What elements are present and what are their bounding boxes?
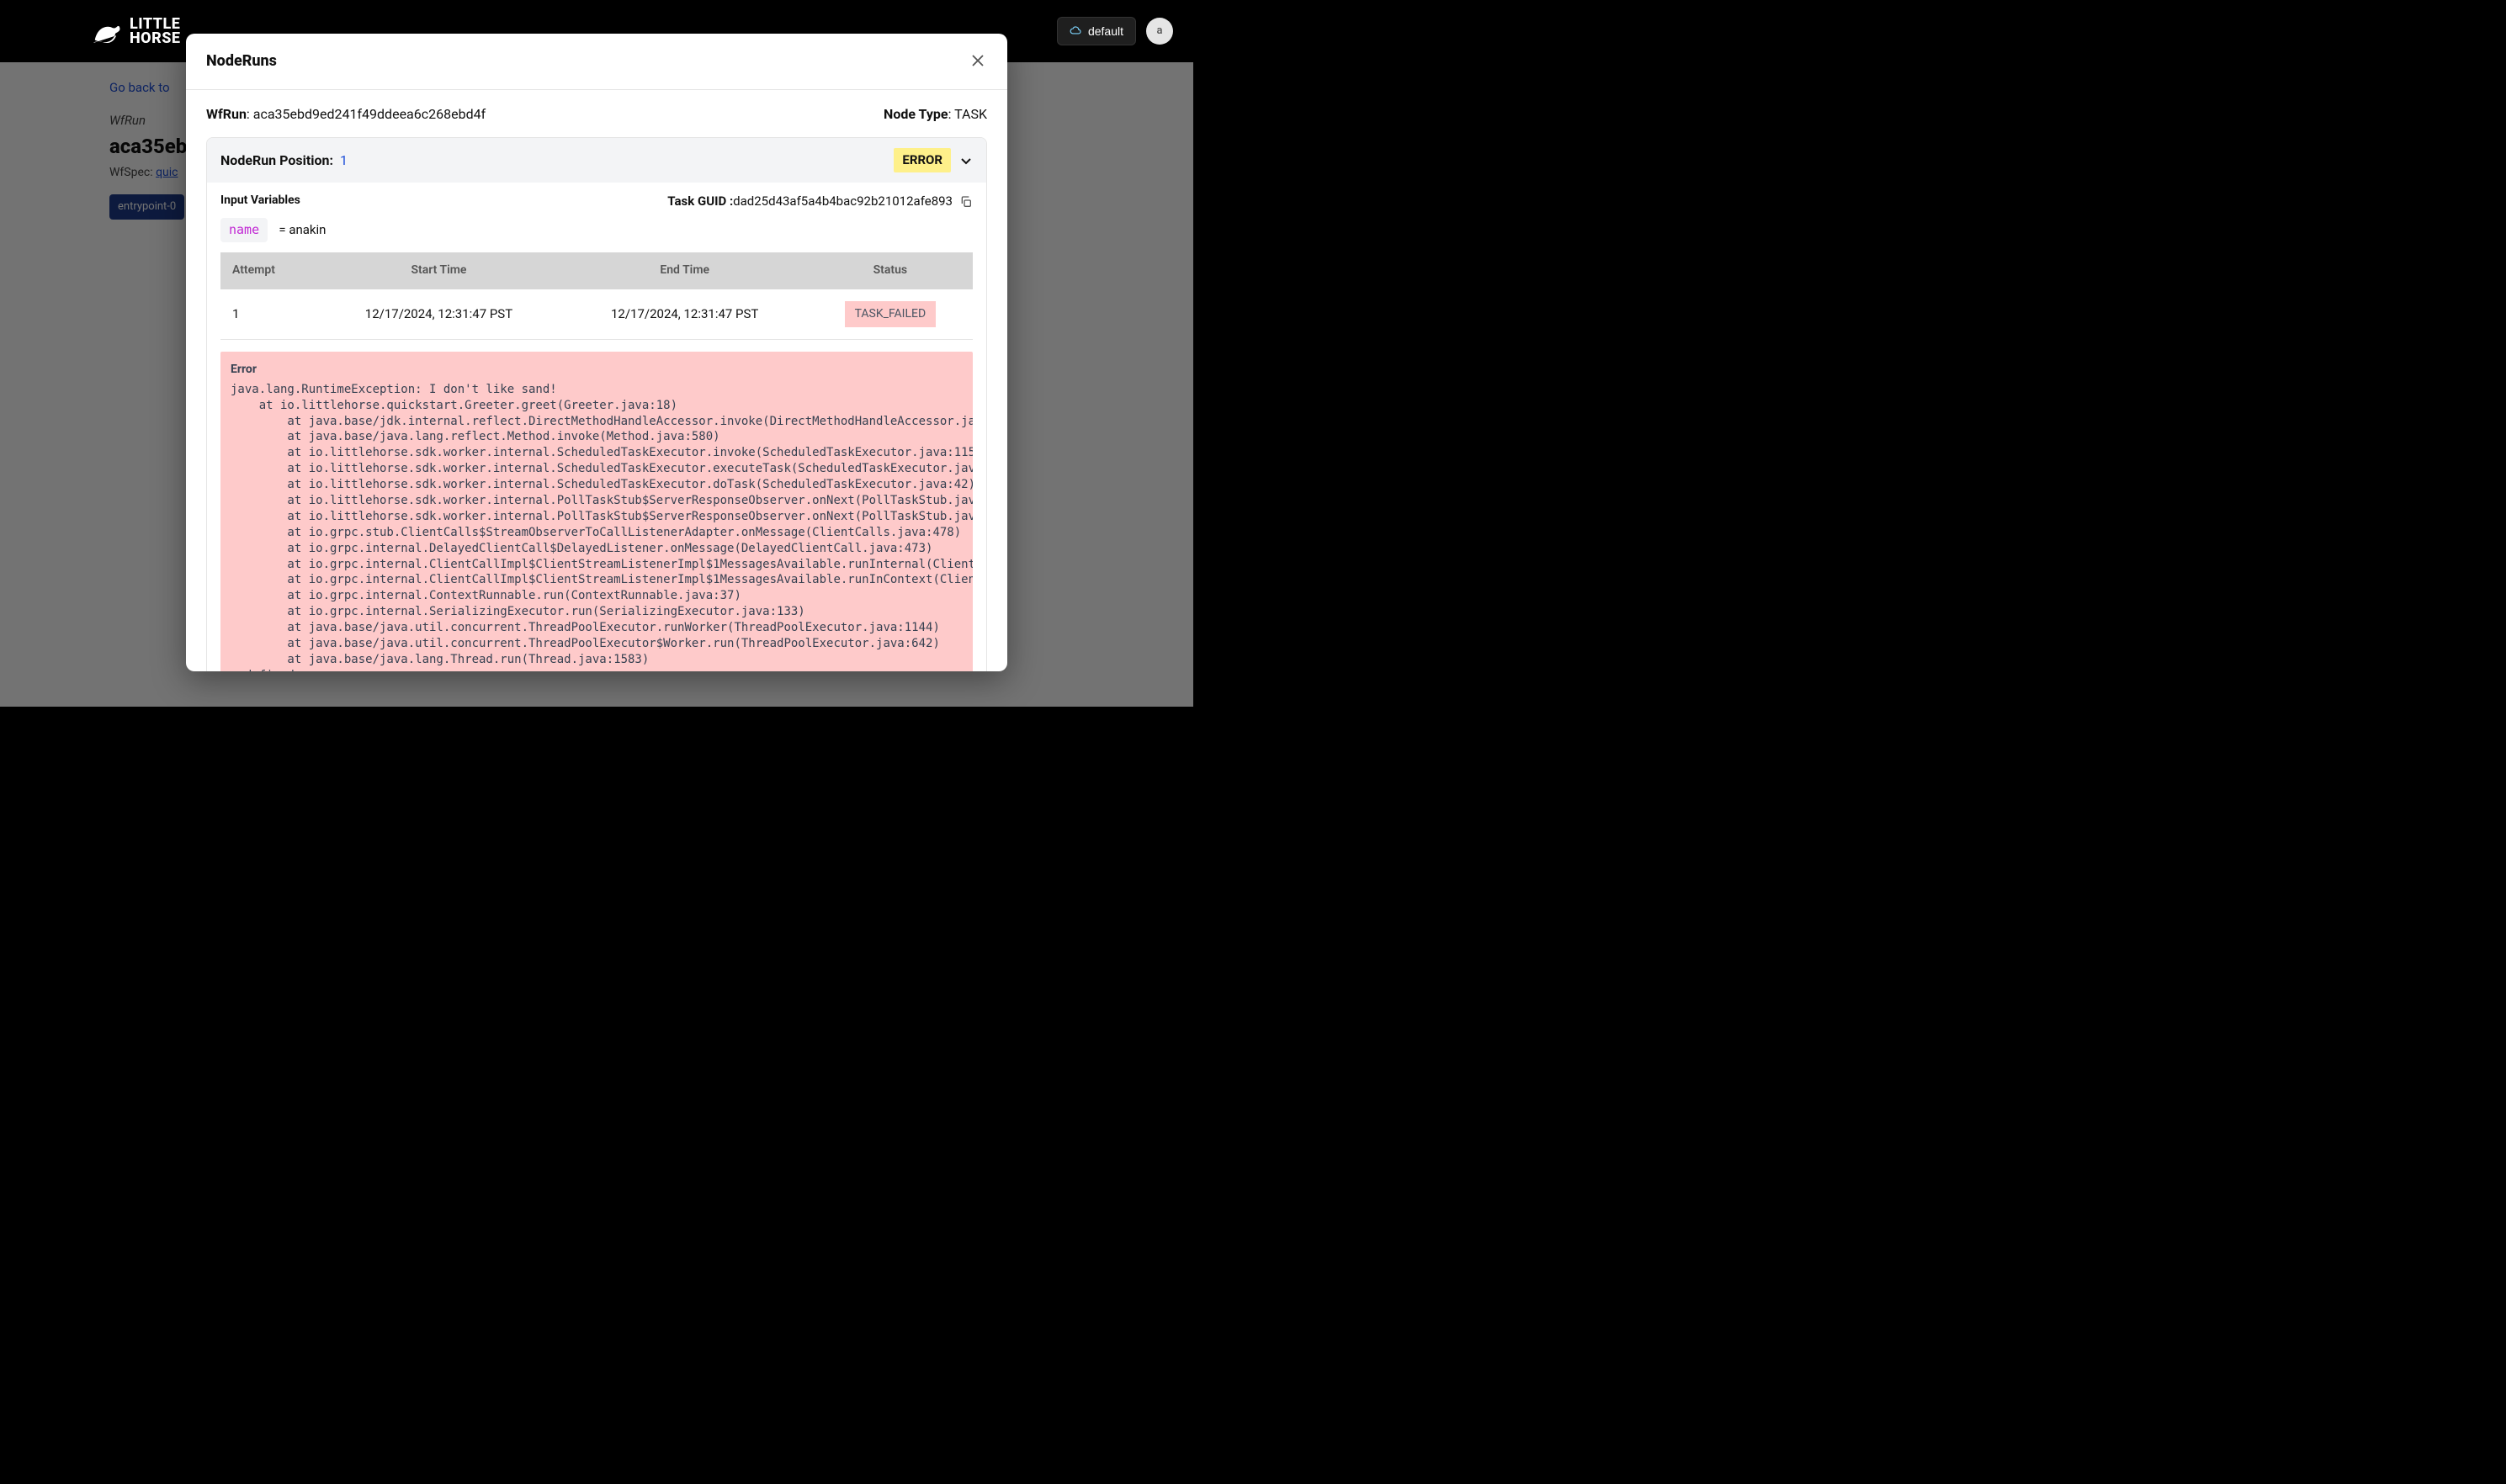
status-badge: ERROR	[894, 148, 951, 172]
error-stacktrace: java.lang.RuntimeException: I don't like…	[231, 382, 963, 671]
logo[interactable]: LITTLE HORSE	[88, 13, 181, 49]
error-box: Error java.lang.RuntimeException: I don'…	[220, 352, 973, 671]
horse-icon	[88, 13, 123, 49]
table-row[interactable]: 1 12/17/2024, 12:31:47 PST 12/17/2024, 1…	[220, 289, 973, 340]
wfrun-nodetype-row: WfRun: aca35ebd9ed241f49ddeea6c268ebd4f …	[206, 105, 987, 124]
close-icon	[972, 55, 984, 66]
col-status: Status	[808, 252, 973, 289]
chevron-down-icon	[959, 154, 973, 167]
col-end: End Time	[562, 252, 808, 289]
cell-end: 12/17/2024, 12:31:47 PST	[562, 289, 808, 340]
error-label: Error	[231, 362, 963, 379]
close-button[interactable]	[969, 50, 987, 72]
attempts-table: Attempt Start Time End Time Status 1 12/…	[220, 252, 973, 340]
status-group: ERROR	[894, 148, 973, 172]
topbar-right: default a	[1057, 17, 1173, 45]
cell-attempt: 1	[220, 289, 316, 340]
copy-icon[interactable]	[959, 195, 973, 209]
input-vars-title: Input Variables	[220, 193, 326, 209]
cloud-icon	[1070, 25, 1081, 37]
logo-text: LITTLE HORSE	[130, 17, 181, 45]
noderuns-modal: NodeRuns WfRun: aca35ebd9ed241f49ddeea6c…	[186, 34, 1007, 671]
noderun-position: NodeRun Position: 1	[220, 151, 348, 170]
noderun-position-link[interactable]: 1	[340, 152, 348, 168]
noderun-section-body: Input Variables name = anakin Task GUID …	[207, 183, 986, 671]
modal-header: NodeRuns	[186, 34, 1007, 90]
modal-title: NodeRuns	[206, 50, 277, 72]
tenant-selector[interactable]: default	[1057, 17, 1136, 45]
task-guid: Task GUID :dad25d43af5a4b4bac92b21012afe…	[667, 193, 973, 210]
cell-status: TASK_FAILED	[808, 289, 973, 340]
nodetype-line: Node Type: TASK	[884, 105, 987, 124]
input-variables: Input Variables name = anakin	[220, 193, 326, 242]
modal-body: WfRun: aca35ebd9ed241f49ddeea6c268ebd4f …	[186, 90, 1007, 671]
var-name-chip: name	[220, 218, 268, 242]
meta-row: Input Variables name = anakin Task GUID …	[220, 193, 973, 242]
col-attempt: Attempt	[220, 252, 316, 289]
noderun-section: NodeRun Position: 1 ERROR Input Variable…	[206, 137, 987, 671]
col-start: Start Time	[316, 252, 561, 289]
cell-start: 12/17/2024, 12:31:47 PST	[316, 289, 561, 340]
avatar[interactable]: a	[1146, 18, 1173, 45]
tenant-label: default	[1088, 24, 1123, 38]
wfrun-id-line: WfRun: aca35ebd9ed241f49ddeea6c268ebd4f	[206, 105, 486, 124]
status-pill-failed: TASK_FAILED	[845, 301, 937, 328]
var-eq: = anakin	[276, 222, 327, 237]
noderun-section-header[interactable]: NodeRun Position: 1 ERROR	[207, 138, 986, 183]
